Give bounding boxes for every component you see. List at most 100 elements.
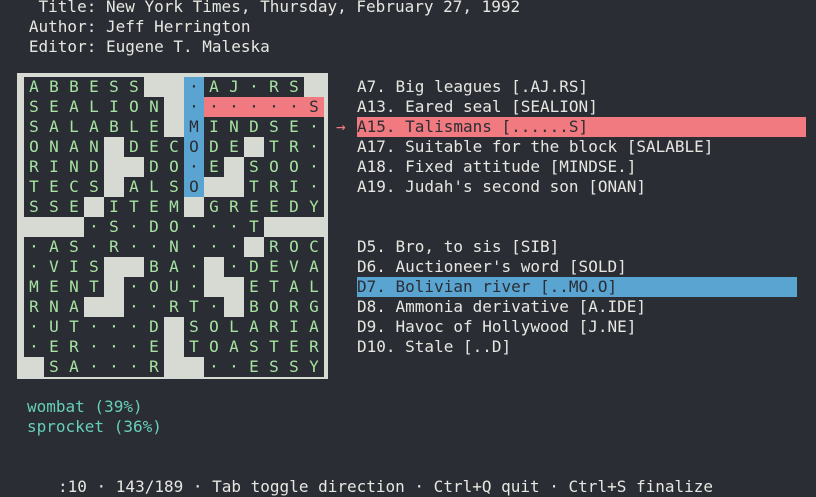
grid-cell[interactable]: S (244, 337, 264, 357)
grid-cell[interactable]: O (184, 137, 204, 157)
grid-cell[interactable]: O (24, 137, 44, 157)
grid-cell[interactable]: E (284, 117, 304, 137)
grid-cell[interactable]: Y (304, 197, 324, 217)
grid-cell[interactable]: N (64, 157, 84, 177)
grid-cell[interactable]: · (224, 237, 244, 257)
clue-across-a19[interactable]: A19. Judah's second son [ONAN] (357, 177, 650, 197)
grid-cell[interactable]: E (64, 197, 84, 217)
grid-cell[interactable]: S (184, 317, 204, 337)
grid-cell[interactable]: T (24, 177, 44, 197)
grid-cell[interactable]: D (244, 117, 264, 137)
grid-cell[interactable]: N (44, 137, 64, 157)
clue-across-a15-current[interactable]: A15. Talismans [......S] (357, 117, 806, 137)
grid-cell[interactable]: A (44, 237, 64, 257)
grid-cell[interactable]: O (144, 277, 164, 297)
grid-cell[interactable]: R (24, 157, 44, 177)
grid-cell[interactable]: · (144, 297, 164, 317)
grid-cell[interactable]: S (84, 177, 104, 197)
grid-cell[interactable]: I (104, 197, 124, 217)
grid-cell[interactable]: N (84, 137, 104, 157)
grid-cell[interactable]: R (264, 77, 284, 97)
grid-cell[interactable]: · (184, 77, 204, 97)
grid-cell[interactable]: A (24, 77, 44, 97)
grid-cell[interactable]: O (284, 157, 304, 177)
grid-cell[interactable]: R (284, 137, 304, 157)
grid-cell[interactable]: B (44, 77, 64, 97)
clue-down-d10[interactable]: D10. Stale [..D] (357, 337, 515, 357)
grid-cell[interactable]: O (124, 97, 144, 117)
grid-cell[interactable]: · (304, 117, 324, 137)
grid-cell[interactable]: · (264, 97, 284, 117)
grid-cell[interactable]: · (84, 357, 104, 377)
grid-cell[interactable]: O (184, 177, 204, 197)
grid-cell[interactable]: · (204, 237, 224, 257)
grid-cell[interactable]: · (224, 357, 244, 377)
grid-cell[interactable]: · (124, 237, 144, 257)
clue-across-a17[interactable]: A17. Suitable for the block [SALABLE] (357, 137, 717, 157)
grid-cell[interactable]: E (224, 137, 244, 157)
grid-cell[interactable]: T (244, 217, 264, 237)
grid-cell[interactable]: I (284, 317, 304, 337)
grid-cell[interactable]: E (244, 277, 264, 297)
grid-cell[interactable]: A (284, 277, 304, 297)
grid-cell[interactable]: · (104, 317, 124, 337)
clue-across-a13[interactable]: A13. Eared seal [SEALION] (357, 97, 602, 117)
grid-cell[interactable]: M (24, 277, 44, 297)
grid-cell[interactable]: D (284, 197, 304, 217)
grid-cell[interactable]: E (204, 157, 224, 177)
grid-cell[interactable]: S (264, 357, 284, 377)
grid-cell[interactable]: R (104, 237, 124, 257)
grid-cell[interactable]: G (304, 297, 324, 317)
grid-cell[interactable]: A (64, 297, 84, 317)
clue-down-d8[interactable]: D8. Ammonia derivative [A.IDE] (357, 297, 650, 317)
grid-cell[interactable]: L (64, 117, 84, 137)
grid-cell[interactable]: D (204, 137, 224, 157)
grid-cell[interactable]: · (284, 97, 304, 117)
grid-cell[interactable]: B (144, 257, 164, 277)
grid-cell[interactable]: D (244, 257, 264, 277)
grid-cell[interactable]: S (24, 117, 44, 137)
grid-cell[interactable]: S (24, 97, 44, 117)
grid-cell[interactable]: S (44, 197, 64, 217)
grid-cell[interactable]: E (84, 77, 104, 97)
clue-down-d7-crossing[interactable]: D7. Bolivian river [..MO.O] (357, 277, 797, 297)
grid-cell[interactable]: R (264, 177, 284, 197)
grid-cell[interactable]: S (164, 177, 184, 197)
grid-cell[interactable]: N (44, 297, 64, 317)
grid-cell[interactable]: T (264, 337, 284, 357)
grid-cell[interactable]: B (244, 297, 264, 317)
grid-cell[interactable]: R (264, 237, 284, 257)
grid-cell[interactable]: V (44, 257, 64, 277)
grid-cell[interactable]: · (184, 257, 204, 277)
grid-cell[interactable]: A (84, 117, 104, 137)
grid-cell[interactable]: I (44, 157, 64, 177)
grid-cell[interactable]: · (24, 237, 44, 257)
grid-cell[interactable]: · (84, 337, 104, 357)
grid-cell[interactable]: R (284, 297, 304, 317)
grid-cell[interactable]: E (264, 197, 284, 217)
grid-cell[interactable]: I (104, 97, 124, 117)
grid-cell[interactable]: L (84, 97, 104, 117)
grid-cell[interactable]: · (24, 337, 44, 357)
clue-across-a18[interactable]: A18. Fixed attitude [MINDSE.] (357, 157, 640, 177)
grid-cell[interactable]: U (44, 317, 64, 337)
grid-cell[interactable]: D (144, 317, 164, 337)
grid-cell[interactable]: L (124, 117, 144, 137)
suggestion-item[interactable]: wombat (39%) (27, 397, 143, 417)
grid-cell[interactable]: T (124, 197, 144, 217)
grid-cell[interactable]: S (84, 257, 104, 277)
grid-cell[interactable]: O (204, 317, 224, 337)
grid-cell[interactable]: A (124, 177, 144, 197)
grid-cell[interactable]: E (144, 117, 164, 137)
grid-cell[interactable]: · (244, 77, 264, 97)
grid-cell[interactable]: · (224, 257, 244, 277)
grid-cell[interactable]: I (284, 177, 304, 197)
grid-cell[interactable]: R (64, 337, 84, 357)
grid-cell[interactable]: A (304, 317, 324, 337)
grid-cell[interactable]: · (304, 137, 324, 157)
grid-cell[interactable]: E (264, 257, 284, 277)
grid-cell[interactable]: · (184, 97, 204, 117)
grid-cell[interactable]: · (184, 277, 204, 297)
grid-cell[interactable]: A (204, 77, 224, 97)
grid-cell[interactable]: S (24, 197, 44, 217)
